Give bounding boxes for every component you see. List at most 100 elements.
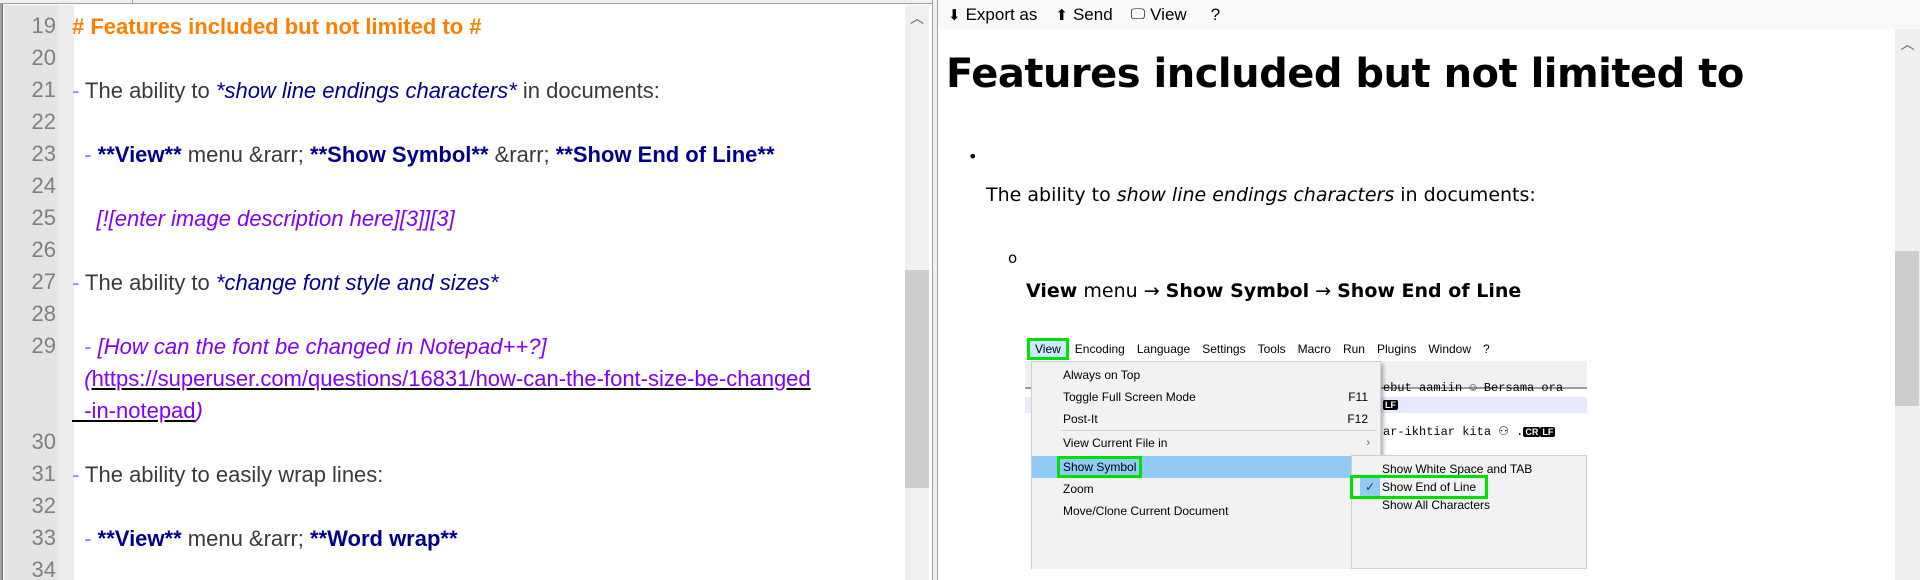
token-dash: -	[72, 270, 86, 295]
text: →	[1309, 280, 1338, 302]
markdown-editor-pane[interactable]: 19 20 21 22 23 24 25 26 27 28 29 30 31 32 33 34 # Featu…	[0, 0, 932, 580]
line-number: 29	[31, 333, 56, 358]
menu-item-label: Show End of Line	[1382, 480, 1477, 494]
text: menu →	[1077, 280, 1166, 302]
screenshot-menu-run: Run	[1342, 342, 1365, 356]
line-number: 32	[31, 493, 56, 518]
code-line[interactable]: - **View** menu &rarr; **Show Symbol** &…	[72, 139, 774, 171]
line-number: 26	[31, 237, 56, 262]
code-line[interactable]: - [How can the font be changed in Notepa…	[72, 331, 547, 363]
token-dash: -	[72, 142, 98, 167]
editor-vertical-scrollbar[interactable]: ︿	[905, 5, 929, 580]
token-txt: The ability to easily wrap lines:	[85, 462, 384, 487]
token-strong: **Word wrap**	[310, 526, 458, 551]
view-label: View	[1150, 4, 1187, 24]
editor-scrollbar-thumb[interactable]	[905, 270, 929, 488]
token-h1: # Features included but not limited to #	[72, 14, 482, 39]
token-link: [![enter image description here][3]]	[96, 206, 431, 231]
text: ebut aamiin ☺ Bersama ora	[1383, 381, 1564, 395]
line-number: 20	[31, 45, 56, 70]
token-txt: &rarr;	[488, 142, 556, 167]
code-line[interactable]: # Features included but not limited to #	[72, 11, 481, 43]
eol-marker: LF	[1383, 400, 1398, 410]
screenshot-menu-settings: Settings	[1202, 342, 1246, 356]
screenshot-bg-code-2: ar-ikhtiar kita ⚇ . CR LF	[1383, 424, 1556, 439]
code-line[interactable]: - The ability to *change font style and …	[72, 267, 498, 299]
export-as-label: Export as	[965, 4, 1038, 24]
send-button[interactable]: ⬆ Send	[1055, 5, 1112, 25]
token-dash: -	[72, 78, 86, 103]
menu-item-label: Always on Top	[1063, 368, 1141, 382]
screenshot-menu-item: Post-It F12	[1032, 408, 1380, 430]
token-link: (	[72, 366, 92, 391]
menu-item-shortcut: F12	[1347, 412, 1368, 426]
preview-content: Features included but not limited to • T…	[938, 29, 1895, 580]
preview-toolbar: ⬇ Export as ⬆ Send 🖵 View ?	[938, 0, 1920, 29]
screenshot-show-symbol-submenu: Show White Space and TAB ✓ Show End of Lin…	[1350, 455, 1587, 569]
code-line[interactable]: - The ability to *show line endings char…	[72, 75, 660, 107]
token-strong: **View**	[97, 526, 182, 551]
bullet-circle: o	[1008, 249, 1018, 267]
screenshot-menu-: ?	[1483, 342, 1490, 356]
token-txt: in documents:	[516, 78, 660, 103]
token-dash: -	[72, 526, 98, 551]
token-url[interactable]: -in-notepad	[72, 398, 195, 423]
line-number: 19	[31, 13, 56, 38]
send-label: Send	[1072, 4, 1113, 24]
line-number: 33	[31, 525, 56, 550]
menu-item-label: Post-It	[1063, 412, 1098, 426]
help-label: ?	[1210, 4, 1221, 24]
view-button[interactable]: 🖵 View	[1131, 5, 1187, 25]
code-line[interactable]: [![enter image description here][3]][3]	[72, 203, 455, 235]
scroll-up-arrow-icon[interactable]: ︿	[905, 9, 929, 29]
token-link: [3]	[430, 206, 455, 231]
line-number-gutter: 19 20 21 22 23 24 25 26 27 28 29 30 31 32 33 34	[4, 5, 74, 580]
code-line[interactable]: - **View** menu &rarr; **Word wrap**	[72, 523, 458, 555]
menu-item-label: Show All Characters	[1382, 498, 1491, 512]
screenshot-menu-item: Move/Clone Current Document›	[1032, 500, 1380, 522]
scroll-up-arrow-icon[interactable]: ︿	[1895, 35, 1920, 55]
code-line[interactable]: - The ability to easily wrap lines:	[72, 459, 383, 491]
line-number: 22	[31, 109, 56, 134]
line-number: 27	[31, 269, 56, 294]
line-number: 21	[31, 77, 56, 102]
screenshot-menu-encoding: Encoding	[1074, 342, 1125, 356]
token-link: [How can the font be changed in Notepad+…	[97, 334, 547, 359]
screenshot-menu-view: View	[1027, 338, 1069, 360]
help-button[interactable]: ?	[1205, 5, 1220, 25]
preview-heading: Features included but not limited to	[946, 51, 1744, 97]
tab-edge	[132, 0, 133, 4]
screenshot-menu-language: Language	[1136, 342, 1191, 356]
line-number: 28	[31, 301, 56, 326]
code-area[interactable]: # Features included but not limited to #…	[72, 5, 904, 580]
token-txt: menu &rarr;	[181, 142, 311, 167]
screenshot-menu-item: View Current File in ›	[1032, 432, 1380, 454]
line-number: 31	[31, 461, 56, 486]
screenshot-submenu-item: ✓ Show End of Line	[1350, 475, 1586, 499]
text: ar-ikhtiar kita ⚇ .	[1383, 425, 1524, 439]
token-strong: **View**	[97, 142, 182, 167]
download-icon: ⬇	[948, 6, 961, 24]
line-number: 34	[31, 557, 56, 580]
token-url[interactable]: https://superuser.com/questions/16831/ho…	[92, 366, 811, 391]
screenshot-submenu-item: Show All Characters	[1352, 496, 1586, 514]
code-line[interactable]: -in-notepad)	[72, 395, 203, 427]
token-strong: **Show Symbol**	[310, 142, 489, 167]
preview-list-item: The ability to show line endings charact…	[986, 184, 1536, 206]
screenshot-menu-window: Window	[1428, 342, 1472, 356]
menu-item-label: Toggle Full Screen Mode	[1063, 390, 1196, 404]
markdown-preview-pane: ⬇ Export as ⬆ Send 🖵 View ? Features inc…	[938, 0, 1920, 580]
bold-text: Show Symbol	[1165, 280, 1310, 302]
monitor-icon: 🖵	[1130, 6, 1146, 23]
code-line[interactable]: (https://superuser.com/questions/16831/h…	[72, 363, 811, 395]
preview-scrollbar-thumb[interactable]	[1895, 251, 1919, 406]
menu-item-shortcut: F11	[1348, 390, 1368, 404]
preview-sub-list-item: View menu → Show Symbol → Show End of Li…	[1026, 280, 1521, 302]
screenshot-bg-code-1: ebut aamiin ☺ Bersama ora	[1383, 381, 1563, 395]
export-as-button[interactable]: ⬇ Export as	[948, 5, 1037, 25]
preview-vertical-scrollbar[interactable]: ︿	[1895, 29, 1920, 580]
line-number: 30	[31, 429, 56, 454]
screenshot-menubar: View Encoding Language Settings Tools Macro Ru…	[1025, 337, 1587, 361]
token-em: *change font style and sizes*	[215, 270, 499, 295]
token-link: )	[195, 398, 203, 423]
